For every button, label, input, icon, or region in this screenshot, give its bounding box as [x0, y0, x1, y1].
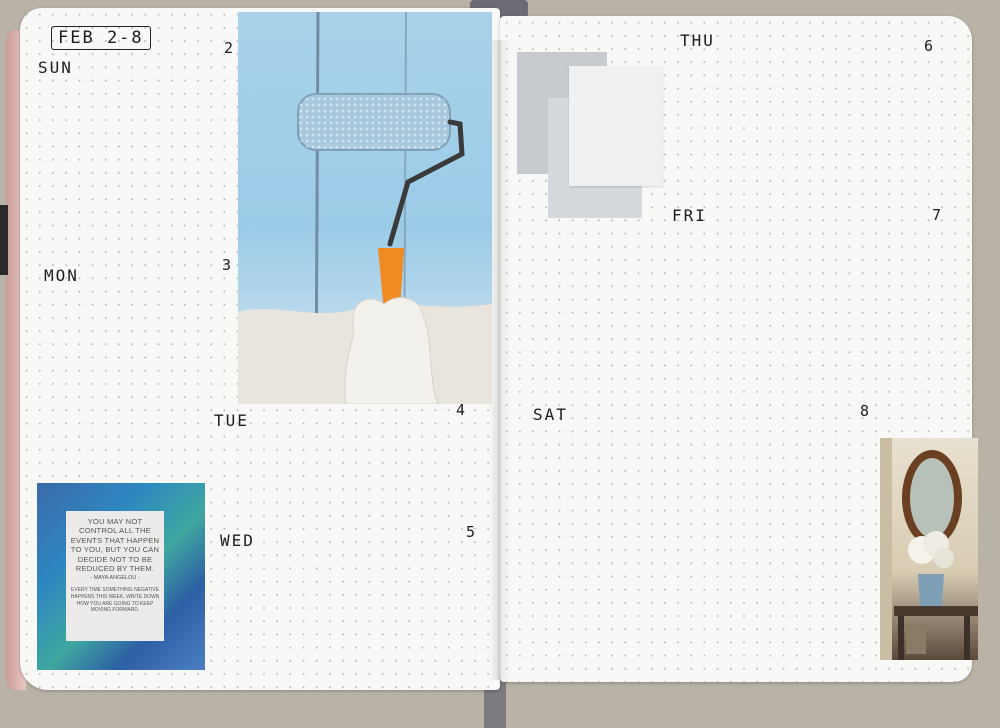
day-label-wed: WED	[220, 531, 255, 550]
date-mon: 3	[222, 256, 232, 274]
paint-roller-photo	[238, 12, 492, 404]
paint-roller-illustration	[238, 12, 492, 404]
quote-card-text-panel: YOU MAY NOT CONTROL ALL THE EVENTS THAT …	[66, 511, 164, 641]
day-label-mon: MON	[44, 266, 79, 285]
day-label-tue: TUE	[214, 411, 249, 430]
day-label-sun: SUN	[38, 58, 73, 77]
day-label-sat: SAT	[533, 405, 568, 424]
date-wed: 5	[466, 523, 476, 541]
day-label-fri: FRI	[672, 206, 707, 225]
week-label: FEB 2-8	[51, 26, 151, 50]
quote-text: YOU MAY NOT CONTROL ALL THE EVENTS THAT …	[70, 517, 160, 574]
elastic-band	[0, 205, 8, 275]
date-fri: 7	[932, 206, 942, 224]
mirror-illustration	[880, 438, 978, 660]
date-thu: 6	[924, 37, 934, 55]
day-label-thu: THU	[680, 31, 715, 50]
quote-card: YOU MAY NOT CONTROL ALL THE EVENTS THAT …	[37, 483, 205, 670]
mirror-photo	[880, 438, 978, 660]
date-sun: 2	[224, 39, 234, 57]
quote-author: - MAYA ANGELOU -	[90, 575, 140, 582]
date-sat: 8	[860, 402, 870, 420]
paint-swatch-white	[569, 66, 663, 186]
page-gutter	[490, 40, 512, 680]
quote-prompt: EVERY TIME SOMETHING NEGATIVE HAPPENS TH…	[70, 587, 160, 614]
